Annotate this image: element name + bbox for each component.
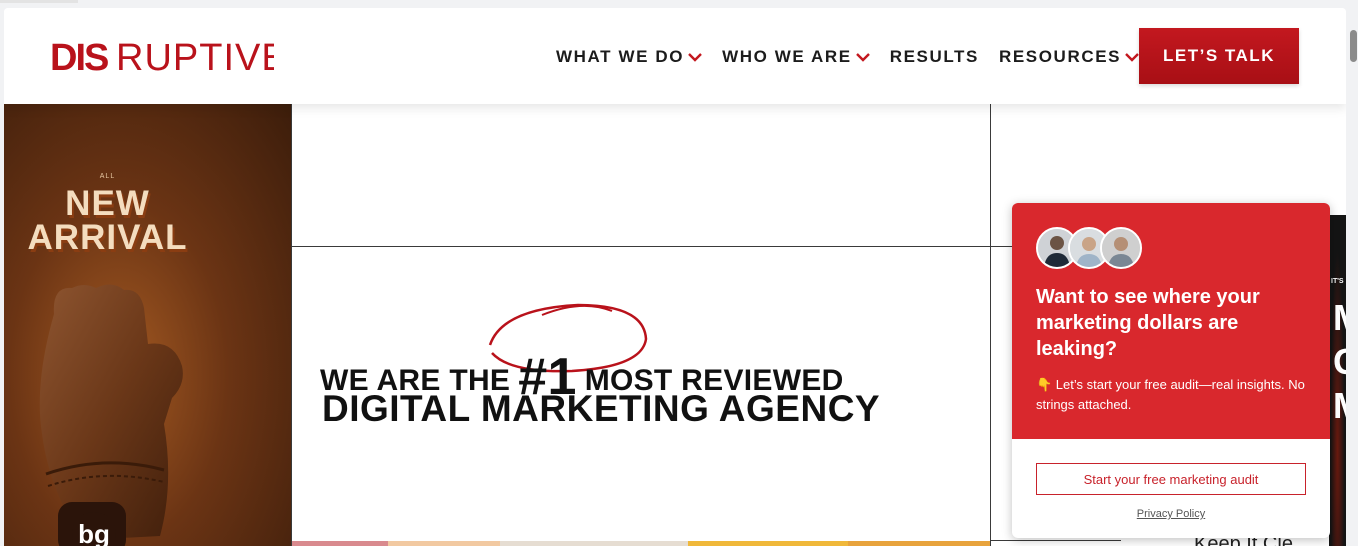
nav-resources[interactable]: RESOURCES bbox=[999, 47, 1139, 67]
main-nav: WHAT WE DO WHO WE ARE RESULTS RESOURCES bbox=[556, 46, 1159, 68]
popup-title: Want to see where your marketing dollars… bbox=[1036, 286, 1260, 360]
gallery-strip-image-5 bbox=[848, 541, 990, 546]
page-scrollbar[interactable] bbox=[1346, 8, 1358, 546]
svg-text:DIS: DIS bbox=[50, 37, 108, 76]
leather-glove-image: bg bbox=[24, 274, 204, 546]
gallery-strip-image-3 bbox=[500, 541, 688, 546]
bg-badge-label: bg bbox=[78, 518, 110, 546]
nav-results[interactable]: RESULTS bbox=[890, 47, 979, 67]
avatar bbox=[1100, 227, 1142, 269]
chevron-down-icon bbox=[688, 52, 702, 62]
nav-who-we-are[interactable]: WHO WE ARE bbox=[722, 47, 870, 67]
site-header: DIS RUPTIVE WHAT WE DO WHO WE ARE RESULT… bbox=[4, 8, 1346, 104]
gallery-strip-image-2 bbox=[388, 541, 500, 546]
promo-title-line2: ARRIVAL bbox=[27, 218, 188, 257]
popup-subtitle: 👇 Let’s start your free audit—real insig… bbox=[1036, 377, 1305, 412]
gallery-strip-image-1 bbox=[292, 541, 388, 546]
headline-row2: DIGITAL MARKETING AGENCY bbox=[322, 388, 881, 429]
dark-tile-letter-2: G bbox=[1333, 341, 1346, 383]
grid-divider-vertical-left bbox=[291, 104, 292, 546]
nav-label: WHAT WE DO bbox=[556, 47, 685, 66]
chevron-down-icon bbox=[855, 52, 870, 62]
dark-tile-small-label: IT'S bbox=[1331, 278, 1344, 285]
gallery-strip-image-4 bbox=[688, 541, 848, 546]
grid-divider-horizontal-right bbox=[991, 540, 1121, 541]
dark-tile-letter-3: M bbox=[1333, 385, 1346, 427]
chevron-down-icon bbox=[1125, 52, 1139, 62]
dark-tile-letter-1: M bbox=[1333, 297, 1346, 339]
promo-small-label: ALL bbox=[99, 173, 116, 180]
nav-what-we-do[interactable]: WHAT WE DO bbox=[556, 47, 702, 67]
nav-label: RESOURCES bbox=[998, 47, 1122, 66]
grid-divider-horizontal bbox=[292, 246, 1012, 247]
disruptive-logo[interactable]: DIS RUPTIVE bbox=[50, 36, 287, 81]
lets-talk-button[interactable]: LET’S TALK bbox=[1139, 28, 1299, 84]
start-audit-button[interactable]: Start your free marketing audit bbox=[1036, 463, 1306, 495]
web-page: DIS RUPTIVE WHAT WE DO WHO WE ARE RESULT… bbox=[4, 8, 1346, 546]
privacy-policy-link[interactable]: Privacy Policy bbox=[1012, 508, 1330, 520]
dark-promo-tile[interactable]: IT'S M G M bbox=[1329, 215, 1346, 546]
browser-frame-edge bbox=[0, 0, 78, 3]
scrollbar-thumb[interactable] bbox=[1350, 30, 1357, 62]
nav-label: WHO WE ARE bbox=[722, 47, 852, 66]
svg-text:RUPTIVE: RUPTIVE bbox=[116, 37, 274, 76]
grid-divider-vertical-right bbox=[990, 104, 991, 546]
nav-label: RESULTS bbox=[889, 47, 979, 66]
popup-header: Want to see where your marketing dollars… bbox=[1012, 203, 1330, 439]
promo-new-arrival-tile[interactable]: ALL NEW ARRIVAL bg bbox=[4, 104, 291, 546]
audit-popup: Want to see where your marketing dollars… bbox=[1012, 203, 1330, 538]
